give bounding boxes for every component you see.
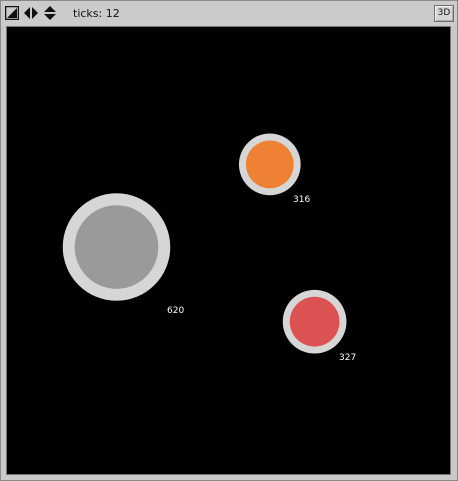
netlogo-view-window: ticks: 12 3D 316 620 327 <box>0 0 458 481</box>
agent-body <box>245 140 294 189</box>
agent-label: 620 <box>167 306 185 316</box>
resize-diagonal-icon[interactable] <box>5 6 19 20</box>
world-view[interactable]: 316 620 327 <box>6 26 451 475</box>
view-toolbar: ticks: 12 3D <box>1 1 457 26</box>
3d-view-button[interactable]: 3D <box>434 5 454 22</box>
agent-body <box>289 296 340 347</box>
ticks-counter: ticks: 12 <box>73 7 120 20</box>
agent-label: 327 <box>339 353 357 363</box>
agent-label: 316 <box>293 195 311 205</box>
horizontal-arrows-icon[interactable] <box>24 6 38 20</box>
agents-layer <box>62 133 347 354</box>
agent-body <box>74 205 159 289</box>
vertical-arrows-icon[interactable] <box>43 6 57 20</box>
